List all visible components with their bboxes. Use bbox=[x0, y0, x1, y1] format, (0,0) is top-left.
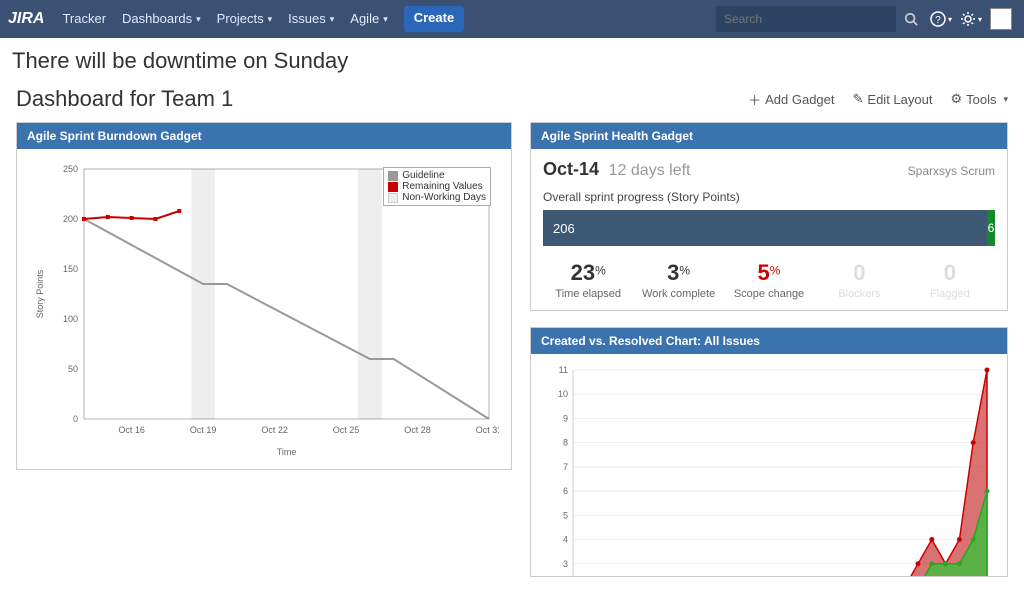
stat-work-complete: 3% Work complete bbox=[633, 260, 723, 300]
svg-text:50: 50 bbox=[68, 364, 78, 374]
sprint-progress-subtitle: Overall sprint progress (Story Points) bbox=[543, 190, 995, 204]
svg-text:10: 10 bbox=[558, 389, 568, 399]
user-avatar[interactable] bbox=[986, 0, 1016, 38]
nav-dashboards[interactable]: Dashboards▾ bbox=[114, 0, 209, 38]
svg-text:8: 8 bbox=[563, 438, 568, 448]
create-button[interactable]: Create bbox=[404, 6, 464, 32]
svg-text:4: 4 bbox=[563, 535, 568, 545]
svg-text:200: 200 bbox=[63, 214, 78, 224]
svg-text:150: 150 bbox=[63, 264, 78, 274]
svg-text:3: 3 bbox=[563, 559, 568, 569]
dashboard-column-left: Agile Sprint Burndown Gadget 0 50 100 150 20… bbox=[16, 122, 512, 593]
svg-text:6: 6 bbox=[563, 486, 568, 496]
sprint-progress-done: 6 bbox=[987, 210, 995, 246]
svg-text:9: 9 bbox=[563, 413, 568, 423]
nav-agile[interactable]: Agile▾ bbox=[342, 0, 395, 38]
dashboard-column-right: Agile Sprint Health Gadget Oct-14 12 day… bbox=[530, 122, 1008, 593]
dashboard-header: Dashboard for Team 1 ＋Add Gadget ✎Edit L… bbox=[0, 80, 1024, 122]
svg-text:Time: Time bbox=[277, 447, 297, 457]
tools-button[interactable]: ⚙Tools▾ bbox=[950, 90, 1008, 109]
created-resolved-chart: 234567891011 bbox=[543, 364, 993, 576]
svg-text:11: 11 bbox=[559, 365, 568, 375]
announcement-banner: There will be downtime on Sunday bbox=[0, 38, 1024, 80]
svg-text:0: 0 bbox=[73, 414, 78, 424]
stat-flagged: 0 Flagged bbox=[905, 260, 995, 300]
burndown-gadget-title: Agile Sprint Burndown Gadget bbox=[17, 123, 511, 149]
search-icon[interactable] bbox=[896, 0, 926, 38]
jira-logo: JIRA bbox=[8, 10, 44, 28]
sprint-board-name[interactable]: Sparxsys Scrum bbox=[908, 164, 995, 178]
sprint-health-gadget: Agile Sprint Health Gadget Oct-14 12 day… bbox=[530, 122, 1008, 311]
stat-time-elapsed: 23% Time elapsed bbox=[543, 260, 633, 300]
svg-text:100: 100 bbox=[63, 314, 78, 324]
burndown-gadget: Agile Sprint Burndown Gadget 0 50 100 150 20… bbox=[16, 122, 512, 470]
sprint-progress-bar: 206 6 bbox=[543, 210, 995, 246]
dashboard-title: Dashboard for Team 1 bbox=[16, 86, 233, 112]
sprint-health-title: Agile Sprint Health Gadget bbox=[531, 123, 1007, 149]
svg-text:7: 7 bbox=[563, 462, 568, 472]
help-icon[interactable]: ?▾ bbox=[926, 0, 956, 38]
nav-projects[interactable]: Projects▾ bbox=[209, 0, 281, 38]
svg-text:?: ? bbox=[935, 15, 941, 26]
burndown-chart: 0 50 100 150 200 250 Oct 16 Oct 19 Oct 22 Oct 25 O… bbox=[29, 159, 499, 459]
svg-text:Oct 28: Oct 28 bbox=[404, 425, 431, 435]
sprint-progress-value: 206 bbox=[553, 221, 575, 236]
nav-issues[interactable]: Issues▾ bbox=[280, 0, 342, 38]
sprint-days-left: 12 days left bbox=[609, 162, 691, 179]
sprint-date: Oct-14 bbox=[543, 159, 599, 179]
pencil-icon: ✎ bbox=[853, 91, 864, 107]
search-input[interactable] bbox=[716, 6, 896, 32]
svg-text:Oct 22: Oct 22 bbox=[261, 425, 288, 435]
settings-icon[interactable]: ▾ bbox=[956, 0, 986, 38]
stat-blockers: 0 Blockers bbox=[814, 260, 904, 300]
svg-text:Oct 31: Oct 31 bbox=[476, 425, 499, 435]
edit-layout-button[interactable]: ✎Edit Layout bbox=[853, 90, 933, 109]
burndown-legend: Guideline Remaining Values Non-Working D… bbox=[383, 167, 491, 206]
plus-icon: ＋ bbox=[748, 90, 761, 109]
created-resolved-gadget: Created vs. Resolved Chart: All Issues 2… bbox=[530, 327, 1008, 577]
svg-text:250: 250 bbox=[63, 164, 78, 174]
svg-text:Oct 19: Oct 19 bbox=[190, 425, 217, 435]
svg-text:5: 5 bbox=[563, 510, 568, 520]
add-gadget-button[interactable]: ＋Add Gadget bbox=[748, 90, 834, 109]
gear-icon: ⚙ bbox=[950, 91, 962, 107]
svg-text:Story Points: Story Points bbox=[35, 269, 45, 318]
stat-scope-change: 5% Scope change bbox=[724, 260, 814, 300]
created-resolved-title: Created vs. Resolved Chart: All Issues bbox=[531, 328, 1007, 354]
nav-tracker[interactable]: Tracker bbox=[54, 0, 114, 38]
svg-text:Oct 25: Oct 25 bbox=[333, 425, 360, 435]
top-nav: JIRA Tracker Dashboards▾ Projects▾ Issue… bbox=[0, 0, 1024, 38]
svg-text:Oct 16: Oct 16 bbox=[118, 425, 145, 435]
